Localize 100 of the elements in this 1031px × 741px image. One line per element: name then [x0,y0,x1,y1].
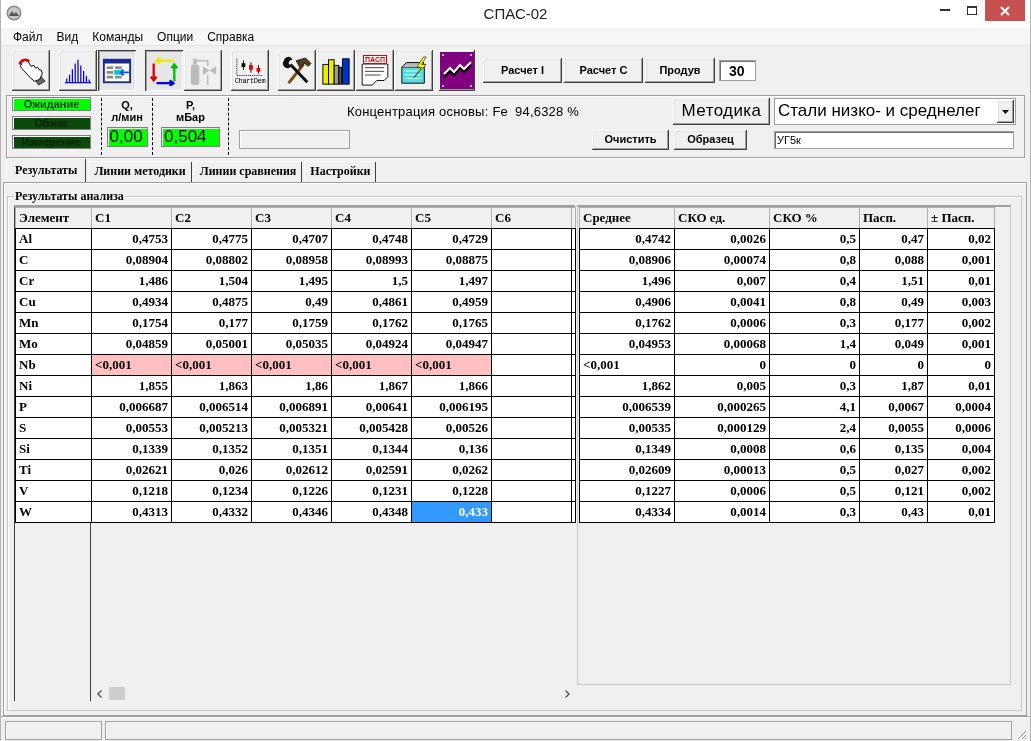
table-cell: 0,1762 [579,312,675,334]
tab[interactable]: Линии сравнения [193,161,303,182]
element-cell: Mo [15,333,92,355]
table-cell[interactable]: 0,4313 [91,501,172,523]
column-header: C3 [251,207,332,229]
tab[interactable]: Настройки [304,161,377,182]
group-title: Результаты анализа [14,189,125,203]
menu-item[interactable]: Команды [85,28,151,45]
table-cell: 0,006539 [579,396,675,418]
purge-time-field[interactable]: 30 [719,60,756,81]
command-button[interactable]: Расчет I [483,58,562,83]
minimize-icon [939,9,950,11]
column-header: C5 [411,207,492,229]
table-cell: <0,001 [579,354,675,376]
table-cell[interactable]: 0,02621 [91,459,172,481]
menu-item[interactable]: Файл [6,28,50,45]
scroll-right-icon [564,689,570,698]
command-button[interactable]: Продув [645,58,715,83]
element-cell: Al [15,228,92,250]
gauge-label: Q, л/мин [111,99,143,125]
table-cell[interactable]: 0,1754 [91,312,172,334]
table-cell[interactable]: 0,1339 [91,438,172,460]
table-cell: 0,02609 [579,459,675,481]
table-cell[interactable]: <0,001 [91,354,172,376]
action-button[interactable]: Образец [674,129,747,150]
hammer-wrench-icon [282,55,312,86]
mode-indicator: Ожидание [12,97,91,111]
table-cell: 0,1227 [579,480,675,502]
element-cell: P [15,396,92,418]
table-cell: 0,4742 [579,228,675,250]
table-cell[interactable]: 0,4934 [91,291,172,313]
close-icon [1000,5,1010,16]
toolbar-button[interactable] [59,50,97,91]
element-cell: S [15,417,92,439]
element-cell: Ti [15,459,92,481]
element-cell: Nb [15,354,92,376]
column-header: Среднее [579,207,675,229]
menu-item[interactable]: Справка [200,28,262,45]
toolbar-button[interactable] [317,50,355,91]
menu-item[interactable]: Вид [49,28,86,45]
toolbar-button[interactable] [395,50,433,91]
column-header: ± Пасп. [927,207,995,229]
table-cell[interactable]: 0,4753 [91,228,172,250]
table-cell: 0,1349 [579,438,675,460]
toolbar-button[interactable] [98,50,136,91]
element-cell: Si [15,438,92,460]
table-cell: 0,4334 [579,501,675,523]
element-cell: W [15,501,92,523]
sample-field[interactable]: УГ5к [774,130,1014,149]
table-cell[interactable]: 0,04859 [91,333,172,355]
element-cell: Cr [15,270,92,292]
cycle-arrows-icon [149,55,179,86]
table-cell: 1,862 [579,375,675,397]
element-cell: V [15,480,92,502]
toolbar-button[interactable] [278,50,316,91]
candlestick-chart-icon [235,56,265,77]
table-cell[interactable]: 0,006687 [91,396,172,418]
method-button[interactable]: Методика [673,98,770,125]
column-header: Пасп. [859,207,928,229]
action-button[interactable]: Очистить [592,129,669,150]
table-cell[interactable]: 0,1218 [91,480,172,502]
table-cell: 0,04953 [579,333,675,355]
table-cell[interactable]: 1,486 [91,270,172,292]
command-button[interactable]: Расчет С [564,58,643,83]
dropdown-caret-icon [1002,109,1009,114]
gauge-value: 0,504 [161,127,220,147]
table-cell[interactable]: 0,00553 [91,417,172,439]
table-cell: 0,00535 [579,417,675,439]
close-button[interactable] [985,0,1025,21]
gauge-label: P, мБар [176,99,205,125]
gauge-value: 0,00 [106,127,148,147]
concentration-value: 94,6328 % [515,103,579,120]
menu-item[interactable]: Опции [150,28,201,45]
table-cell: 0,08906 [579,249,675,271]
column-header: СКО % [769,207,860,229]
table-cell[interactable]: 0,08904 [91,249,172,271]
tab[interactable]: Результаты [6,158,87,182]
element-cell: Ni [15,375,92,397]
element-cell: C [15,249,92,271]
maximize-icon [966,5,977,15]
window-title: СПАС-02 [482,5,549,23]
element-cell: Mn [15,312,92,334]
table-cell: 0,4906 [579,291,675,313]
toolbar-button[interactable] [145,50,183,91]
books-icon [321,55,351,86]
column-header: Элемент [15,207,92,229]
toolbar-button[interactable] [439,50,475,91]
concentration-label: Концентрация основы: [347,103,489,120]
scrollbar-thumb[interactable] [109,687,125,700]
toolbar-button[interactable] [12,50,50,91]
table-cell: 1,496 [579,270,675,292]
app-icon [6,5,22,21]
zigzag-chart-icon [440,52,474,89]
column-header: C1 [91,207,172,229]
column-header: C6 [491,207,572,229]
table-cell[interactable]: 1,855 [91,375,172,397]
document-icon [360,64,390,86]
method-dropdown[interactable]: Стали низко- и среднелег [774,98,1016,125]
hand-pointer-icon [16,55,46,86]
tab[interactable]: Линии методики [88,161,192,182]
